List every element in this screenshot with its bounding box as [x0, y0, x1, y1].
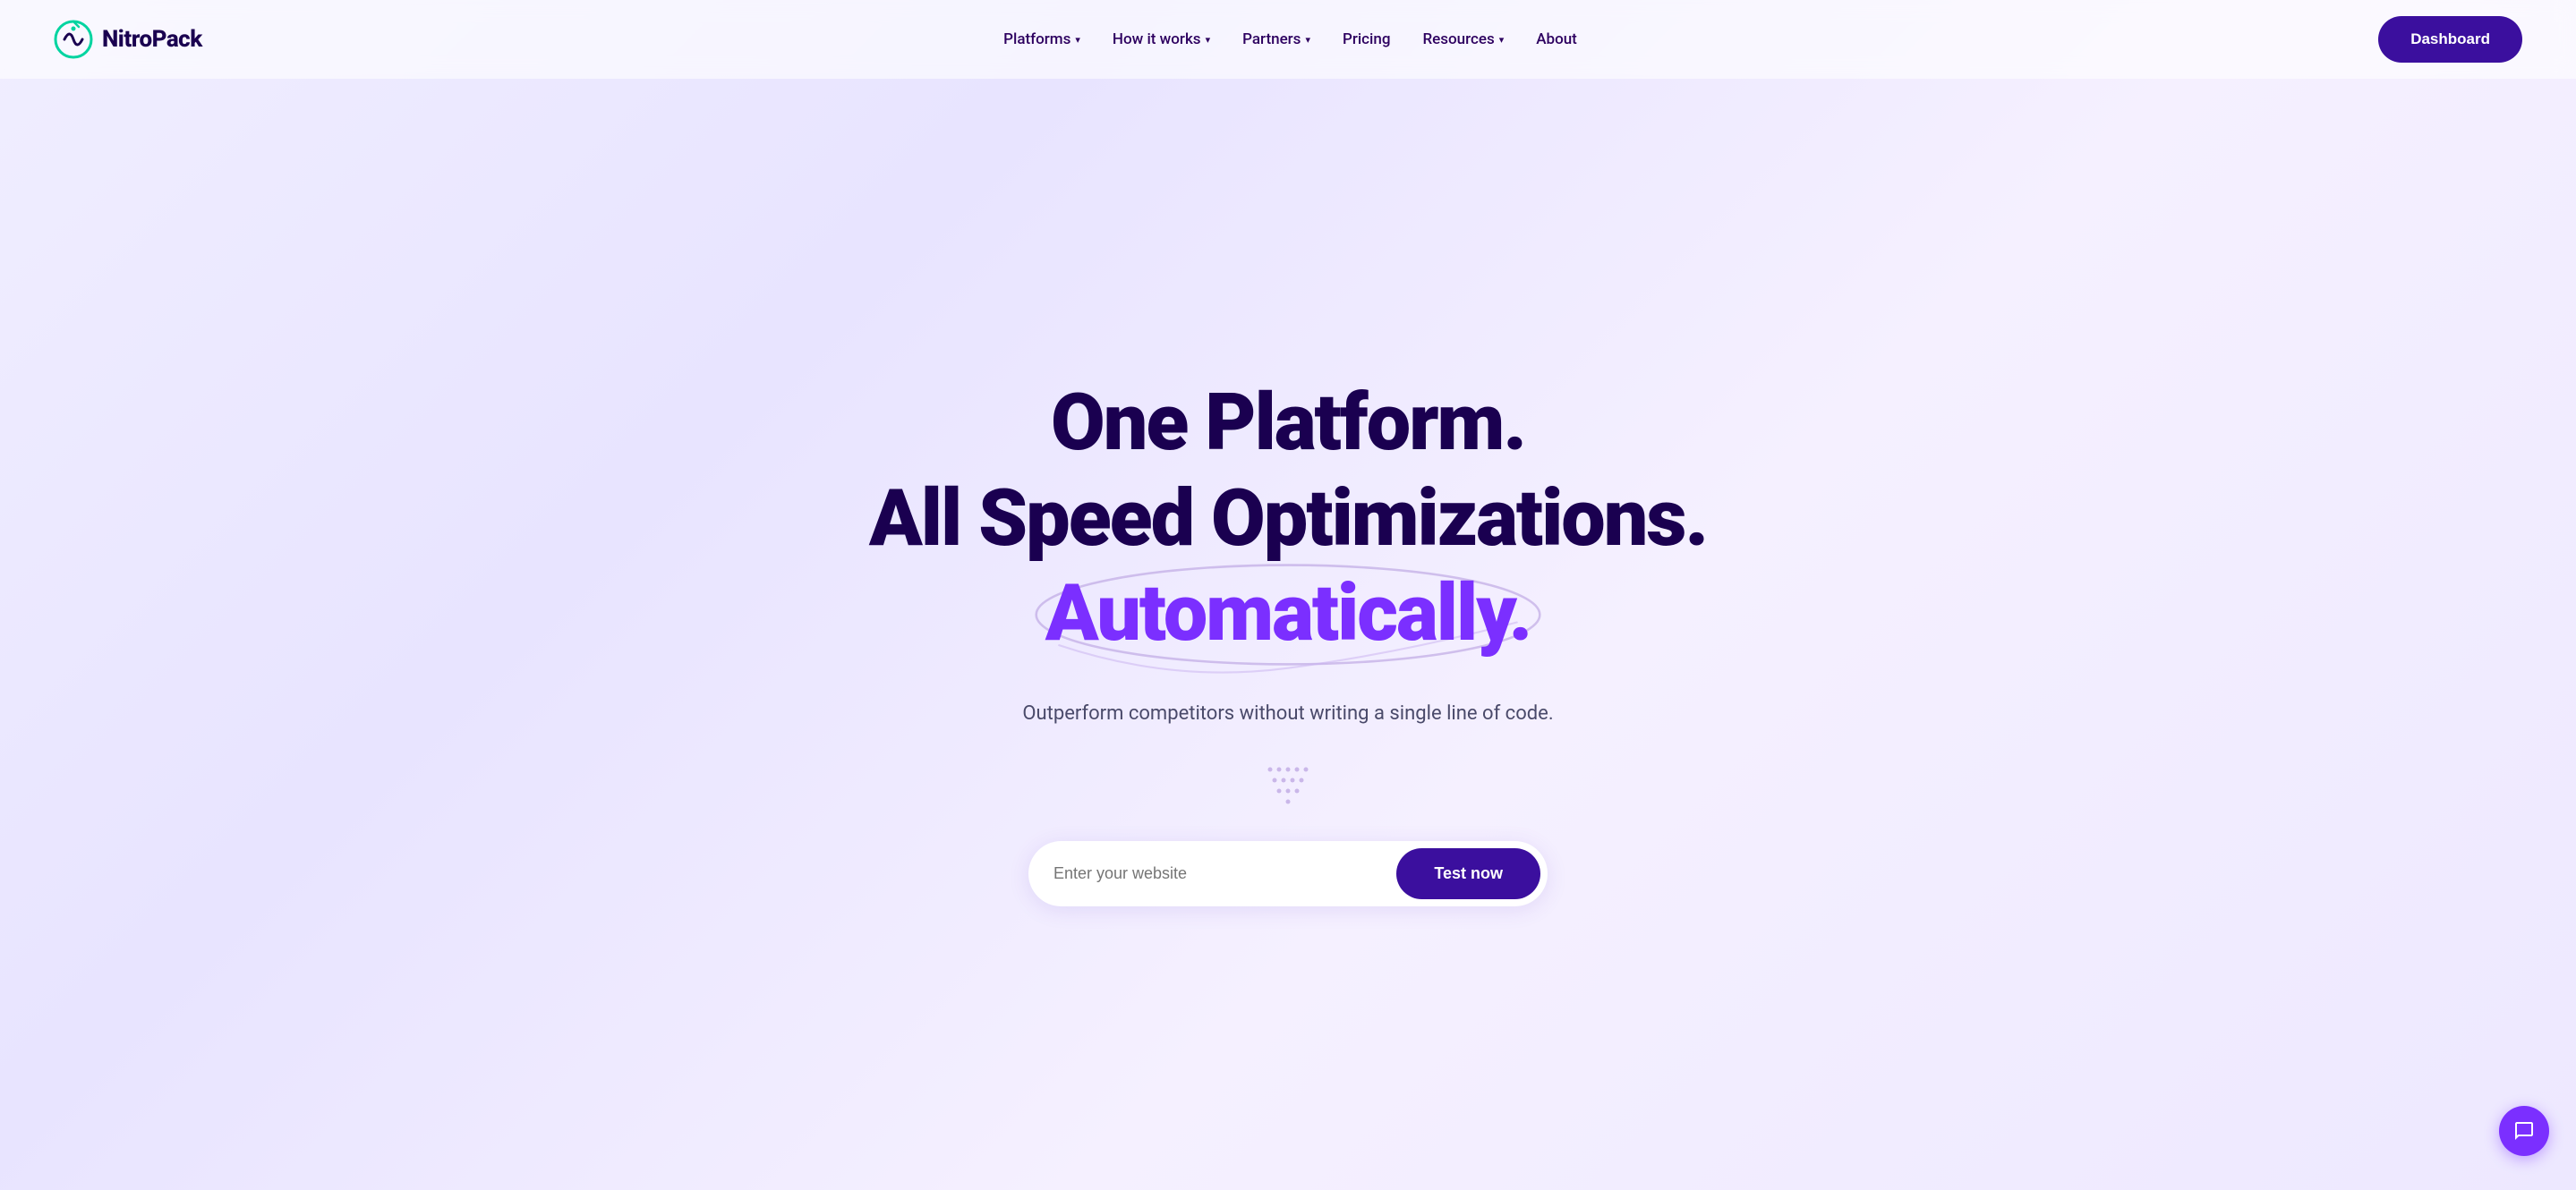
- chevron-down-icon: ▾: [1075, 34, 1080, 46]
- logo-icon: [54, 20, 93, 59]
- search-bar: Test now: [1028, 841, 1548, 906]
- chevron-down-icon: ▾: [1305, 34, 1310, 46]
- chevron-down-icon: ▾: [1206, 34, 1211, 46]
- hero-section: One Platform. All Speed Optimizations. A…: [0, 79, 2576, 1190]
- nav-item-partners[interactable]: Partners ▾: [1242, 30, 1310, 48]
- nav-link-resources[interactable]: Resources ▾: [1422, 30, 1504, 48]
- nav-item-resources[interactable]: Resources ▾: [1422, 30, 1504, 48]
- nav-links: Platforms ▾ How it works ▾ Partners ▾ Pr…: [1003, 30, 1577, 48]
- chevron-dots-icon: [1261, 761, 1315, 805]
- nav-item-pricing[interactable]: Pricing: [1343, 30, 1391, 48]
- nav-link-how-it-works[interactable]: How it works ▾: [1113, 30, 1210, 48]
- hero-title-auto: Automatically.: [1045, 571, 1531, 658]
- nav-item-about[interactable]: About: [1536, 30, 1577, 48]
- nav-link-about[interactable]: About: [1536, 30, 1577, 48]
- hero-title-line1: One Platform.: [1051, 380, 1525, 467]
- nav-item-how-it-works[interactable]: How it works ▾: [1113, 30, 1210, 48]
- logo-link[interactable]: NitroPack: [54, 20, 202, 59]
- test-now-button[interactable]: Test now: [1396, 848, 1540, 899]
- logo-text: NitroPack: [102, 26, 202, 53]
- chevron-down-icon: ▾: [1499, 34, 1505, 46]
- chat-button[interactable]: [2499, 1106, 2549, 1156]
- nav-link-pricing[interactable]: Pricing: [1343, 30, 1391, 48]
- chat-icon: [2513, 1120, 2535, 1142]
- hero-title-line2: All Speed Optimizations.: [869, 476, 1707, 563]
- dashboard-button[interactable]: Dashboard: [2378, 16, 2522, 63]
- nav-link-platforms[interactable]: Platforms ▾: [1003, 30, 1080, 48]
- website-input[interactable]: [1053, 864, 1396, 883]
- hero-auto-wrapper: Automatically.: [1045, 571, 1531, 658]
- navbar: NitroPack Platforms ▾ How it works ▾ Par…: [0, 0, 2576, 79]
- dot-chevron-decoration: [1261, 761, 1315, 809]
- nav-link-partners[interactable]: Partners ▾: [1242, 30, 1310, 48]
- hero-subtitle: Outperform competitors without writing a…: [1022, 702, 1553, 725]
- nav-item-platforms[interactable]: Platforms ▾: [1003, 30, 1080, 48]
